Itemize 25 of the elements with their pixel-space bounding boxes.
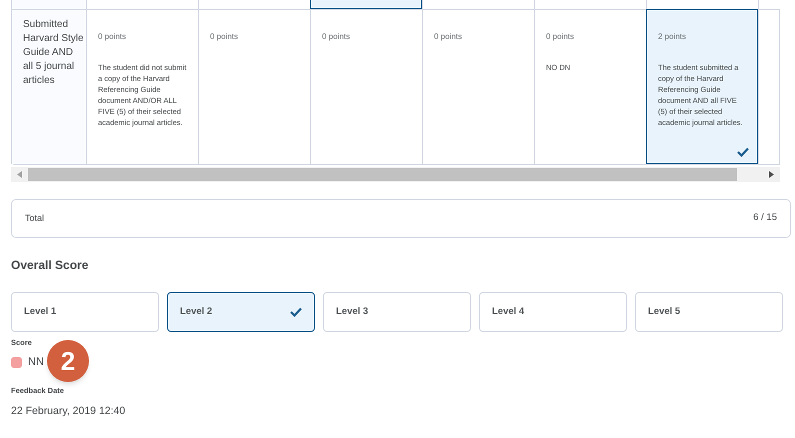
level-option[interactable]: Level 1 (11, 292, 159, 332)
overall-score-heading: Overall Score (11, 258, 88, 272)
check-icon (290, 307, 302, 317)
feedback-date: 22 February, 2019 12:40 (11, 404, 126, 419)
level-option[interactable]: Level 2 (167, 292, 315, 332)
criterion-name: Submitted Harvard Style Guide AND all 5 journal articles (23, 18, 84, 88)
check-icon (737, 147, 749, 157)
points-text: 0 points (98, 32, 128, 42)
total-value: 6 / 15 (753, 211, 777, 226)
level-option[interactable]: Level 4 (479, 292, 627, 332)
level-option[interactable]: Level 5 (635, 292, 783, 332)
points-text: 2 points (658, 32, 688, 42)
score-value: NN (28, 354, 44, 370)
points-text: 0 points (210, 32, 240, 42)
points-text: 0 points (322, 32, 352, 42)
horizontal-scrollbar[interactable] (11, 167, 780, 182)
rubric-cell[interactable] (310, 0, 422, 9)
points-text: 0 points (434, 32, 464, 42)
points-text: 0 points (546, 32, 576, 42)
rubric-cell[interactable]: 0 points (422, 10, 534, 164)
level-option[interactable]: Level 3 (323, 292, 471, 332)
total-label: Total (25, 212, 44, 225)
rubric-cell[interactable]: 0 points (198, 10, 310, 164)
rubric-cell[interactable]: 0 points (310, 10, 422, 164)
callout-badge: 2 (47, 340, 89, 382)
